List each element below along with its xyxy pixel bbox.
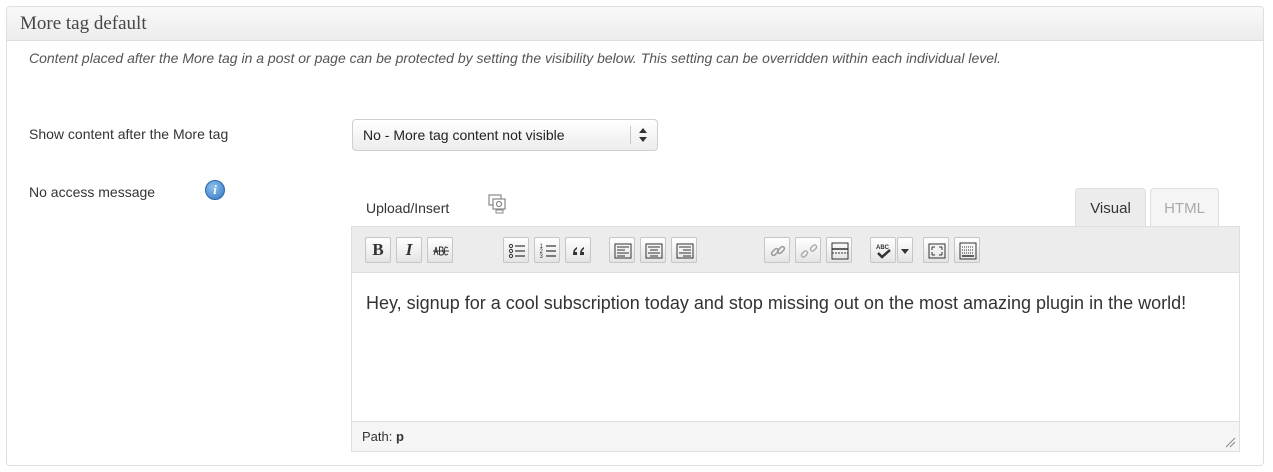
align-left-button[interactable] <box>609 237 635 263</box>
spellcheck-icon: ABC <box>876 245 891 259</box>
bullet-list-button[interactable] <box>503 237 529 263</box>
panel-title: More tag default <box>20 13 147 34</box>
align-left-icon <box>614 243 632 259</box>
numbered-list-button[interactable]: 1 2 3 <box>534 237 560 263</box>
svg-text:ABC: ABC <box>876 245 890 251</box>
select-arrows-icon <box>639 128 647 142</box>
align-center-icon <box>645 243 663 259</box>
bullet-list-icon <box>508 243 525 259</box>
numbered-list-icon: 1 2 3 <box>540 244 556 260</box>
kitchen-sink-button[interactable] <box>954 237 980 263</box>
spellcheck-dropdown-button[interactable] <box>897 237 913 263</box>
editor-content[interactable]: Hey, signup for a cool subscription toda… <box>366 287 1226 319</box>
link-icon <box>770 245 786 257</box>
align-right-button[interactable] <box>671 237 697 263</box>
align-right-icon <box>676 243 694 259</box>
fullscreen-icon <box>928 243 946 259</box>
show-content-label: Show content after the More tag <box>29 126 229 142</box>
unlink-button[interactable] <box>795 237 821 263</box>
strikethrough-icon <box>433 246 449 256</box>
select-separator <box>630 126 631 144</box>
tab-visual[interactable]: Visual <box>1075 188 1146 227</box>
editor-statusbar: Path: p <box>352 421 1239 451</box>
section-description: Content placed after the More tag in a p… <box>29 50 1002 66</box>
tab-html[interactable]: HTML <box>1150 188 1219 226</box>
bold-button[interactable]: B <box>365 237 391 263</box>
editor-toolbar: B I 1 2 3 ABC <box>352 227 1239 273</box>
strikethrough-button[interactable] <box>427 237 453 263</box>
path-value[interactable]: p <box>396 429 404 444</box>
upload-insert-label: Upload/Insert <box>366 200 450 216</box>
blockquote-button[interactable] <box>565 237 591 263</box>
chevron-down-icon <box>901 249 909 254</box>
panel-header: More tag default <box>7 7 1263 41</box>
no-access-label: No access message <box>29 184 156 200</box>
info-icon[interactable]: i <box>205 180 225 200</box>
blockquote-icon <box>573 247 584 255</box>
insert-link-button[interactable] <box>764 237 790 263</box>
kitchen-sink-icon <box>959 242 977 260</box>
show-content-select-value: No - More tag content not visible <box>363 127 565 143</box>
align-center-button[interactable] <box>640 237 666 263</box>
italic-button[interactable]: I <box>396 237 422 263</box>
more-tag-icon <box>831 242 849 260</box>
insert-more-tag-button[interactable] <box>826 237 852 263</box>
resize-handle-icon[interactable] <box>1224 436 1236 448</box>
show-content-select[interactable]: No - More tag content not visible <box>352 119 658 151</box>
spellcheck-button[interactable]: ABC <box>870 237 896 263</box>
unlink-icon <box>800 244 818 258</box>
add-media-icon[interactable] <box>486 193 508 215</box>
rich-text-editor: B I 1 2 3 ABC Hey, signup for a cool sub… <box>351 226 1240 452</box>
svg-text:3: 3 <box>540 254 544 260</box>
fullscreen-button[interactable] <box>923 237 949 263</box>
path-label: Path: <box>362 429 393 444</box>
